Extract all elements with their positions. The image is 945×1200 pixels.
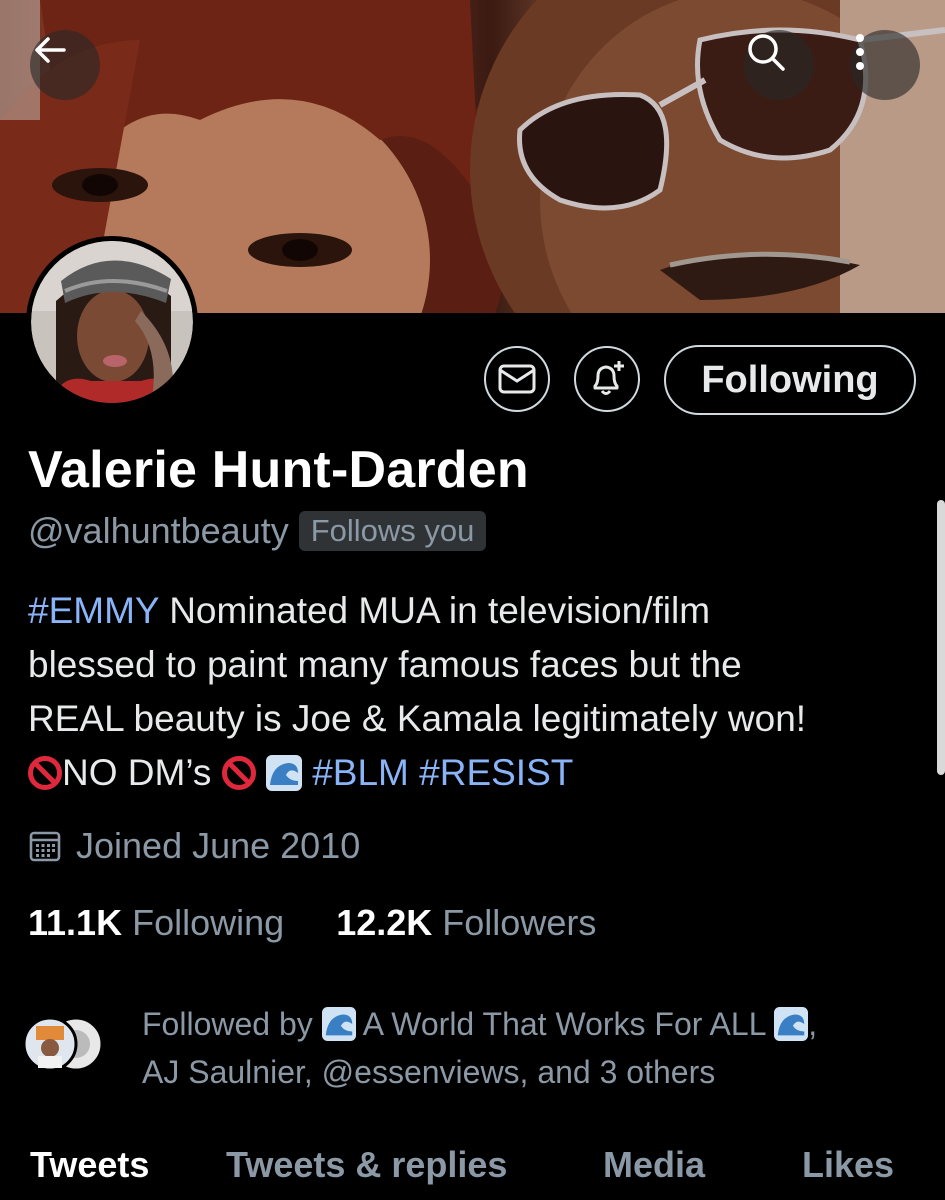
handle-row: @valhuntbeauty Follows you [28, 510, 487, 552]
profile-bio: #EMMY Nominated MUA in television/film b… [28, 584, 928, 800]
joined-row: Joined June 2010 [28, 825, 360, 867]
message-button[interactable] [484, 346, 550, 412]
envelope-icon [498, 364, 536, 394]
profile-name: Valerie Hunt-Darden [28, 441, 529, 499]
more-vertical-icon [856, 34, 864, 70]
wave-icon [265, 755, 302, 791]
following-count: 11.1K [28, 902, 123, 943]
no-entry-icon [221, 756, 256, 790]
follows-you-badge: Follows you [298, 511, 487, 551]
bio-line-4: NO DM’s #BLM #RESIST [28, 746, 928, 800]
scrollbar[interactable] [937, 500, 945, 775]
search-button[interactable] [744, 30, 814, 100]
following-label: Following [132, 902, 285, 943]
following-button[interactable]: Following [664, 345, 916, 415]
wave-icon [774, 1007, 809, 1041]
followers-stat[interactable]: 12.2K Followers [336, 902, 596, 943]
tab-tweets[interactable]: Tweets [30, 1144, 149, 1186]
followers-label: Followers [442, 902, 597, 943]
bio-line-1: #EMMY Nominated MUA in television/film [28, 584, 928, 638]
avatar-photo [31, 241, 193, 403]
tab-media[interactable]: Media [603, 1144, 705, 1186]
tab-tweets-replies[interactable]: Tweets & replies [226, 1144, 507, 1186]
bio-line-2: blessed to paint many famous faces but t… [28, 644, 742, 685]
joined-date: Joined June 2010 [76, 825, 361, 866]
wave-icon [321, 1007, 356, 1041]
followed-by-comma: , [808, 1006, 818, 1042]
bio-line-3: REAL beauty is Joe & Kamala legitimately… [28, 698, 807, 739]
followed-by-line-2: AJ Saulnier, @essenviews, and 3 others [142, 1054, 716, 1090]
followed-by-prefix: Followed by [142, 1006, 313, 1042]
hashtag-blm[interactable]: #BLM [312, 752, 409, 793]
followed-by-text: Followed by A World That Works For ALL ,… [142, 1000, 932, 1096]
profile-tabs: Tweets Tweets & replies Media Likes [0, 1140, 945, 1200]
follow-stats: 11.1K Following 12.2K Followers [28, 902, 596, 944]
following-stat[interactable]: 11.1K Following [28, 902, 284, 943]
notify-button[interactable] [574, 346, 640, 412]
back-button[interactable] [30, 30, 100, 100]
followers-count: 12.2K [336, 902, 433, 943]
bell-plus-icon [593, 361, 624, 395]
tab-likes[interactable]: Likes [802, 1144, 894, 1186]
more-button[interactable] [850, 30, 920, 100]
hashtag-emmy[interactable]: #EMMY [28, 590, 159, 631]
calendar-icon [29, 831, 61, 862]
bio-line-1-text: Nominated MUA in television/film [158, 590, 711, 631]
back-arrow-icon [35, 37, 66, 63]
profile-handle: @valhuntbeauty [28, 510, 289, 551]
followed-by-avatars [22, 1016, 104, 1072]
followed-by-account-1: A World That Works For ALL [362, 1006, 766, 1042]
profile-avatar[interactable] [26, 236, 198, 408]
search-icon [748, 34, 785, 71]
no-entry-icon [28, 756, 62, 790]
hashtag-resist[interactable]: #RESIST [419, 752, 573, 793]
bio-no-dm-text: NO DM’s [62, 752, 212, 793]
followed-by-line-1: Followed by A World That Works For ALL , [142, 1000, 932, 1048]
